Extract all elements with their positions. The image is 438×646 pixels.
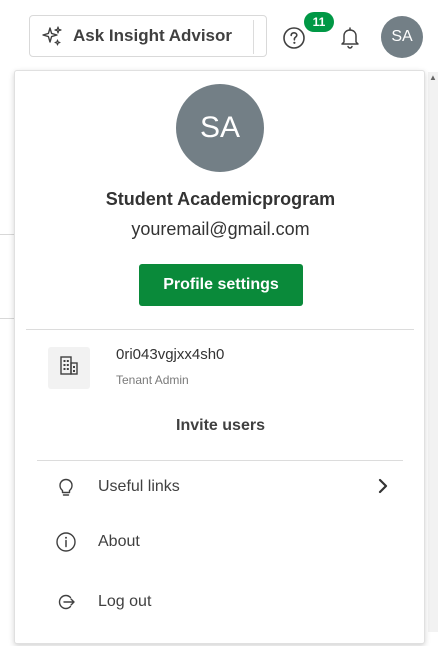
scroll-up-arrow-icon[interactable]: ▲ <box>428 72 438 84</box>
background-divider <box>0 234 14 235</box>
bell-icon <box>338 27 362 55</box>
chevron-right-icon <box>373 476 393 496</box>
menu-item-label: Log out <box>98 593 152 610</box>
ask-insight-advisor-button[interactable]: Ask Insight Advisor <box>29 15 267 57</box>
sparkle-icon <box>41 25 63 47</box>
menu-item-label: About <box>98 533 140 550</box>
background-divider <box>0 318 14 319</box>
building-icon <box>58 355 80 382</box>
profile-settings-button[interactable]: Profile settings <box>139 264 303 306</box>
menu-divider <box>26 329 414 330</box>
profile-avatar: SA <box>176 84 264 172</box>
help-icon <box>282 26 306 50</box>
menu-item-log-out[interactable]: Log out <box>37 582 403 622</box>
invite-users-link[interactable]: Invite users <box>15 417 426 435</box>
tenant-role: Tenant Admin <box>116 373 189 387</box>
ask-insight-advisor-label: Ask Insight Advisor <box>73 26 233 45</box>
scrollbar[interactable] <box>428 72 438 632</box>
top-toolbar: Ask Insight Advisor 11 SA <box>0 0 438 72</box>
menu-item-about[interactable]: About <box>37 522 403 562</box>
user-full-name: Student Academicprogram <box>105 189 336 209</box>
user-profile-menu: SA Student Academicprogram youremail@gma… <box>14 70 425 644</box>
lightbulb-icon <box>55 476 77 498</box>
menu-divider <box>37 460 403 461</box>
info-icon <box>55 531 77 553</box>
notification-count-badge: 11 <box>304 12 334 32</box>
tenant-icon-box <box>48 347 90 389</box>
user-email: youremail@gmail.com <box>131 219 310 239</box>
logout-icon <box>55 591 77 613</box>
user-avatar-button[interactable]: SA <box>381 16 423 58</box>
menu-item-label: Useful links <box>98 478 180 495</box>
toolbar-divider <box>253 20 254 54</box>
notifications-button[interactable] <box>338 25 362 51</box>
menu-item-useful-links[interactable]: Useful links <box>37 467 403 507</box>
tenant-id: 0ri043vgjxx4sh0 <box>116 346 225 363</box>
